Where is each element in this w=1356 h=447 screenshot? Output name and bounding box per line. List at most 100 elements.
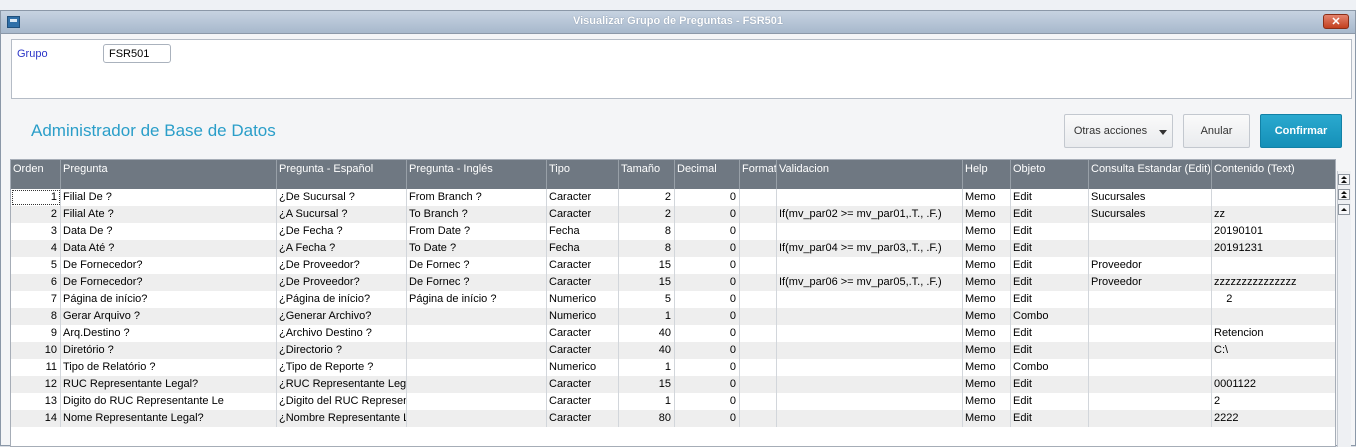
cell-validacion[interactable]: [777, 189, 963, 206]
cell-tipo[interactable]: Caracter: [547, 257, 619, 274]
cell-validacion[interactable]: If(mv_par02 >= mv_par01,.T., .F.): [777, 206, 963, 223]
cell-orden[interactable]: 4: [11, 240, 61, 257]
cell-tipo[interactable]: Caracter: [547, 206, 619, 223]
cell-pregunta-espanol[interactable]: ¿Página de início?: [277, 291, 407, 308]
column-header-help[interactable]: Help: [963, 160, 1011, 189]
cell-tipo[interactable]: Caracter: [547, 410, 619, 427]
cell-formato[interactable]: [740, 359, 777, 376]
cell-tipo[interactable]: Fecha: [547, 240, 619, 257]
cell-consulta-estandar[interactable]: [1089, 308, 1212, 325]
cell-orden[interactable]: 9: [11, 325, 61, 342]
cell-contenido[interactable]: 2222: [1212, 410, 1335, 427]
table-row[interactable]: 1 Filial De ? ¿De Sucursal ? From Branch ? C…: [11, 189, 1335, 206]
cell-validacion[interactable]: [777, 359, 963, 376]
cell-consulta-estandar[interactable]: [1089, 359, 1212, 376]
cell-pregunta-ingles[interactable]: From Branch ?: [407, 189, 547, 206]
cell-consulta-estandar[interactable]: [1089, 342, 1212, 359]
cell-help[interactable]: Memo: [963, 189, 1011, 206]
column-header-orden[interactable]: Orden: [11, 160, 61, 189]
cell-orden[interactable]: 2: [11, 206, 61, 223]
cell-orden[interactable]: 3: [11, 223, 61, 240]
cell-orden[interactable]: 10: [11, 342, 61, 359]
cell-orden[interactable]: 12: [11, 376, 61, 393]
confirmar-button[interactable]: Confirmar: [1260, 114, 1342, 148]
grid-scrollbar[interactable]: [1337, 171, 1351, 447]
cell-pregunta[interactable]: RUC Representante Legal?: [61, 376, 277, 393]
cell-tamano[interactable]: 40: [619, 325, 675, 342]
cell-tipo[interactable]: Caracter: [547, 342, 619, 359]
grupo-input[interactable]: FSR501: [103, 44, 171, 63]
cell-pregunta-ingles[interactable]: [407, 325, 547, 342]
cell-tamano[interactable]: 80: [619, 410, 675, 427]
table-row[interactable]: 13 Digito do RUC Representante Le ¿Digito …: [11, 393, 1335, 410]
cell-objeto[interactable]: Edit: [1011, 240, 1089, 257]
cell-pregunta[interactable]: Filial De ?: [61, 189, 277, 206]
cell-tamano[interactable]: 1: [619, 359, 675, 376]
cell-tamano[interactable]: 8: [619, 223, 675, 240]
cell-objeto[interactable]: Edit: [1011, 274, 1089, 291]
cell-objeto[interactable]: Combo: [1011, 359, 1089, 376]
cell-pregunta[interactable]: Página de início?: [61, 291, 277, 308]
cell-contenido[interactable]: 20190101: [1212, 223, 1335, 240]
table-row[interactable]: 6 De Fornecedor? ¿De Proveedor? De Fornec ?…: [11, 274, 1335, 291]
column-header-tipo[interactable]: Tipo: [547, 160, 619, 189]
cell-pregunta-ingles[interactable]: [407, 393, 547, 410]
table-row[interactable]: 12 RUC Representante Legal? ¿RUC Represent…: [11, 376, 1335, 393]
table-row[interactable]: 14 Nome Representante Legal? ¿Nombre Repre…: [11, 410, 1335, 427]
cell-orden[interactable]: 11: [11, 359, 61, 376]
cell-tipo[interactable]: Fecha: [547, 223, 619, 240]
cell-contenido[interactable]: [1212, 257, 1335, 274]
cell-pregunta-ingles[interactable]: From Date ?: [407, 223, 547, 240]
cell-help[interactable]: Memo: [963, 376, 1011, 393]
cell-tamano[interactable]: 8: [619, 240, 675, 257]
cell-tipo[interactable]: Caracter: [547, 274, 619, 291]
column-header-tamano[interactable]: Tamaño: [619, 160, 675, 189]
cell-tamano[interactable]: 1: [619, 308, 675, 325]
cell-objeto[interactable]: Edit: [1011, 410, 1089, 427]
otras-acciones-button[interactable]: Otras acciones: [1064, 114, 1173, 148]
cell-contenido[interactable]: 0001122: [1212, 376, 1335, 393]
table-row[interactable]: 11 Tipo de Relatório ? ¿Tipo de Reporte ? N…: [11, 359, 1335, 376]
cell-validacion[interactable]: [777, 393, 963, 410]
cell-contenido[interactable]: 2: [1212, 393, 1335, 410]
cell-tamano[interactable]: 1: [619, 393, 675, 410]
cell-formato[interactable]: [740, 274, 777, 291]
cell-pregunta-ingles[interactable]: [407, 342, 547, 359]
cell-help[interactable]: Memo: [963, 325, 1011, 342]
cell-tipo[interactable]: Numerico: [547, 291, 619, 308]
cell-validacion[interactable]: [777, 376, 963, 393]
cell-help[interactable]: Memo: [963, 223, 1011, 240]
anular-button[interactable]: Anular: [1183, 114, 1250, 148]
cell-objeto[interactable]: Edit: [1011, 257, 1089, 274]
cell-help[interactable]: Memo: [963, 257, 1011, 274]
cell-formato[interactable]: [740, 206, 777, 223]
cell-decimal[interactable]: 0: [675, 342, 740, 359]
cell-decimal[interactable]: 0: [675, 308, 740, 325]
cell-tipo[interactable]: Caracter: [547, 189, 619, 206]
cell-consulta-estandar[interactable]: [1089, 240, 1212, 257]
column-header-pregunta-ingles[interactable]: Pregunta - Inglés: [407, 160, 547, 189]
cell-validacion[interactable]: [777, 223, 963, 240]
cell-tamano[interactable]: 2: [619, 206, 675, 223]
cell-formato[interactable]: [740, 291, 777, 308]
cell-pregunta-espanol[interactable]: ¿A Sucursal ?: [277, 206, 407, 223]
cell-pregunta-ingles[interactable]: De Fornec ?: [407, 274, 547, 291]
cell-consulta-estandar[interactable]: [1089, 393, 1212, 410]
cell-orden[interactable]: 5: [11, 257, 61, 274]
cell-pregunta[interactable]: De Fornecedor?: [61, 257, 277, 274]
cell-tamano[interactable]: 15: [619, 376, 675, 393]
cell-decimal[interactable]: 0: [675, 223, 740, 240]
cell-pregunta-espanol[interactable]: ¿Tipo de Reporte ?: [277, 359, 407, 376]
cell-formato[interactable]: [740, 308, 777, 325]
table-row[interactable]: 4 Data Até ? ¿A Fecha ? To Date ? Fecha 8 0 If(…: [11, 240, 1335, 257]
column-header-objeto[interactable]: Objeto: [1011, 160, 1089, 189]
cell-formato[interactable]: [740, 393, 777, 410]
cell-decimal[interactable]: 0: [675, 393, 740, 410]
cell-pregunta-espanol[interactable]: ¿Archivo Destino ?: [277, 325, 407, 342]
cell-consulta-estandar[interactable]: [1089, 223, 1212, 240]
cell-tipo[interactable]: Caracter: [547, 325, 619, 342]
cell-validacion[interactable]: [777, 325, 963, 342]
cell-orden[interactable]: 14: [11, 410, 61, 427]
cell-consulta-estandar[interactable]: Proveedor: [1089, 257, 1212, 274]
cell-pregunta[interactable]: Nome Representante Legal?: [61, 410, 277, 427]
